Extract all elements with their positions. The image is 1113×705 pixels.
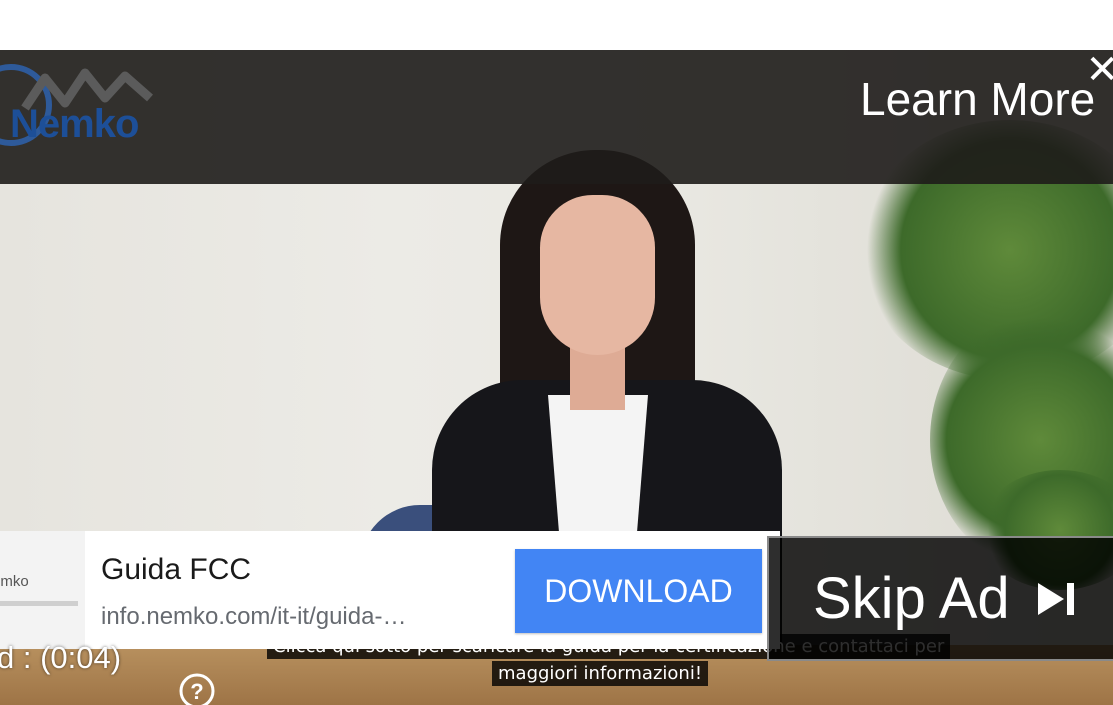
download-button[interactable]: DOWNLOAD [515,549,762,633]
ad-title[interactable]: Guida FCC [101,553,251,587]
help-icon[interactable]: ? [178,672,216,705]
presenter-face [540,195,655,355]
ad-thumbnail-subline [0,601,78,606]
skip-ad-button[interactable]: Skip Ad [767,536,1113,661]
ad-url[interactable]: info.nemko.com/it-it/guida-… [101,603,406,631]
ad-top-bar: Nemko Learn More ✕ [0,50,1113,184]
help-symbol: ? [190,679,203,704]
logo-text: Nemko [10,102,139,146]
skip-next-icon [1036,579,1080,619]
video-player[interactable]: Nemko Learn More ✕ Clicca qui sotto per … [0,50,1113,705]
close-icon[interactable]: ✕ [1085,50,1113,90]
ad-thumbnail: emko [0,531,85,649]
ad-timer: d : (0:04) [0,640,122,675]
nemko-logo: Nemko [0,60,175,170]
learn-more-link[interactable]: Learn More [860,72,1113,126]
ad-card[interactable]: emko Guida FCC info.nemko.com/it-it/guid… [0,531,780,649]
ad-thumbnail-text: emko [0,573,29,590]
caption-line-2: maggiori informazioni! [492,661,709,686]
skip-ad-label: Skip Ad [813,566,1010,631]
